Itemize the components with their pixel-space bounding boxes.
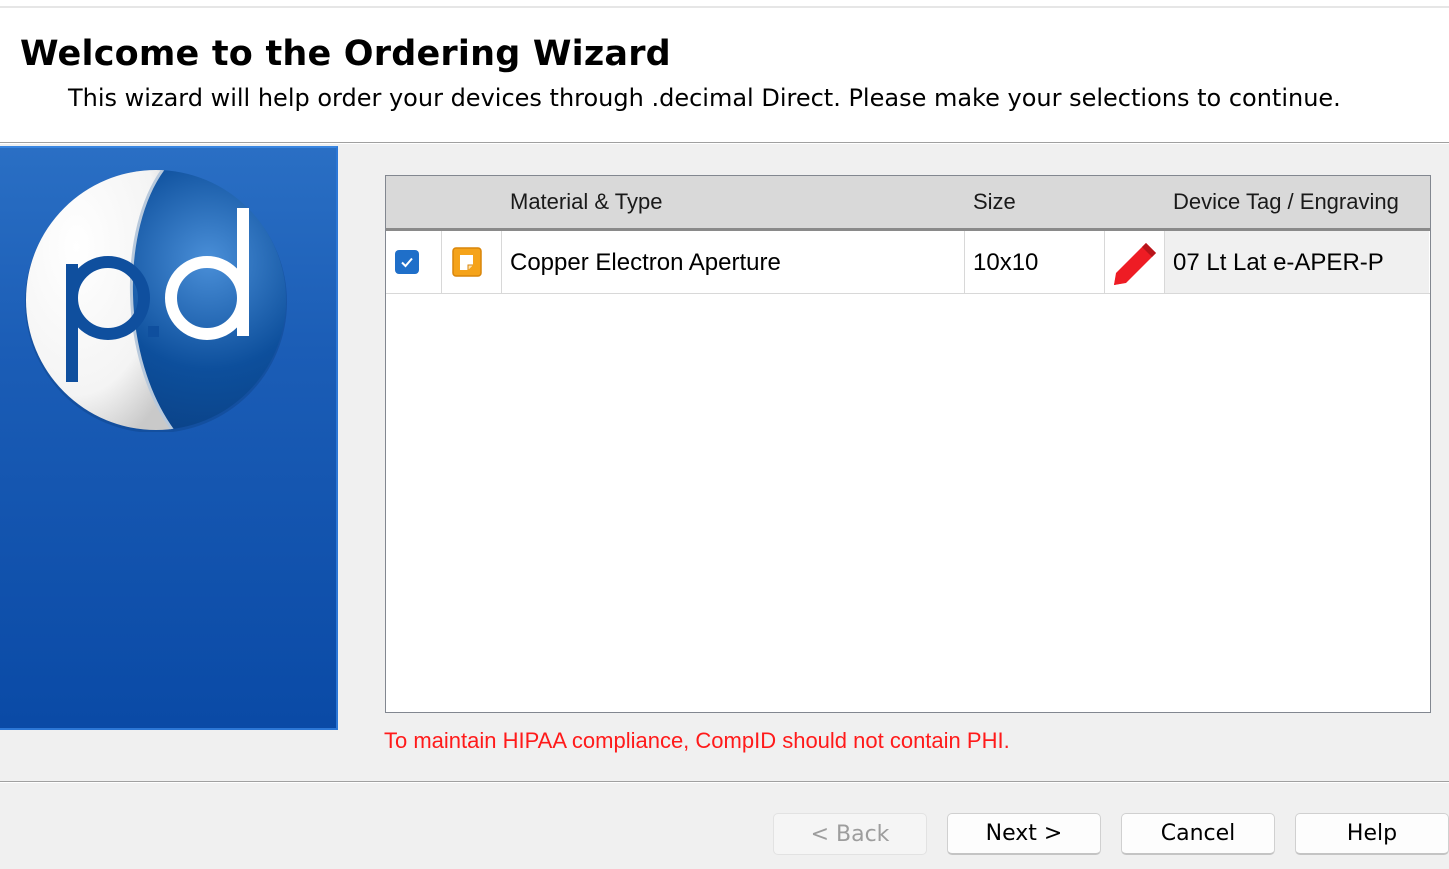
material-type-cell: Copper Electron Aperture xyxy=(510,249,781,276)
wizard-header: Welcome to the Ordering Wizard This wiza… xyxy=(0,8,1449,142)
cell-divider xyxy=(1164,231,1165,293)
footer-divider-highlight xyxy=(0,782,1449,783)
page-title: Welcome to the Ordering Wizard xyxy=(20,34,671,74)
column-header-material-type[interactable]: Material & Type xyxy=(510,189,662,215)
column-header-device-tag[interactable]: Device Tag / Engraving xyxy=(1173,189,1399,215)
hipaa-warning-text: To maintain HIPAA compliance, CompID sho… xyxy=(384,728,1010,753)
side-banner-panel xyxy=(0,146,338,730)
checkbox-checked-icon xyxy=(401,257,413,268)
column-header-size[interactable]: Size xyxy=(973,189,1016,215)
cell-divider xyxy=(964,231,965,293)
order-items-grid[interactable]: Material & Type Size Device Tag / Engrav… xyxy=(385,175,1431,713)
pd-logo-icon xyxy=(24,168,288,433)
back-button[interactable]: < Back xyxy=(773,813,927,855)
device-tag-cell[interactable]: 07 Lt Lat e-APER-P xyxy=(1173,249,1384,277)
page-subtitle: This wizard will help order your devices… xyxy=(68,84,1341,112)
row-select-checkbox[interactable] xyxy=(395,250,419,274)
cell-divider xyxy=(441,231,442,293)
document-icon xyxy=(452,247,482,277)
cell-divider xyxy=(501,231,502,293)
next-button[interactable]: Next > xyxy=(947,813,1101,855)
header-divider-highlight xyxy=(0,143,1449,144)
grid-header-row: Material & Type Size Device Tag / Engrav… xyxy=(386,176,1430,231)
pencil-icon[interactable] xyxy=(1110,239,1162,287)
help-button[interactable]: Help xyxy=(1295,813,1449,855)
size-cell: 10x10 xyxy=(973,249,1039,276)
cell-divider xyxy=(1104,231,1105,293)
table-row[interactable]: Copper Electron Aperture 10x10 07 Lt Lat… xyxy=(386,231,1430,294)
cancel-button[interactable]: Cancel xyxy=(1121,813,1275,855)
